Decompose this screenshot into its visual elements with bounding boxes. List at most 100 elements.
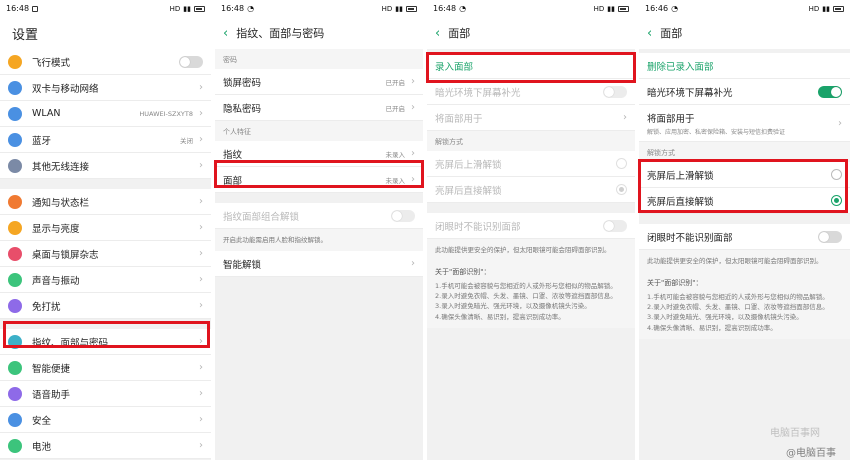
settings-item[interactable]: 通知与状态栏 › xyxy=(0,189,211,215)
about-face-recognition: 关于"面部识别"： 1.手机可能会被容貌与您相近的人或外形与您相似的物品解锁。 … xyxy=(639,272,850,340)
chevron-right-icon: › xyxy=(199,362,203,373)
settings-item[interactable]: 蓝牙 关闭 › xyxy=(0,127,211,153)
settings-item[interactable]: 语音助手 › xyxy=(0,381,211,407)
settings-item[interactable]: 免打扰 › xyxy=(0,293,211,319)
row-label: 指纹面部组合解锁 xyxy=(223,211,300,223)
privacy-password-row[interactable]: 隐私密码 已开启 › xyxy=(215,95,423,121)
settings-item-label: 智能便捷 xyxy=(32,363,71,375)
settings-item[interactable]: 指纹、面部与密码 › xyxy=(0,329,211,355)
about-line: 1.手机可能会被容貌与您相近的人或外形与您相似的物品解锁。 xyxy=(647,292,829,301)
lock-password-row[interactable]: 锁屏密码 已开启 › xyxy=(215,69,423,95)
smart-unlock-row[interactable]: 智能解锁 › xyxy=(215,251,423,278)
settings-item-label: 蓝牙 xyxy=(32,135,52,147)
closed-eyes-note: 此功能提供更安全的保护，但太阳眼镜可能会阻碍面部识别。 xyxy=(639,250,850,273)
fingerprint-row[interactable]: 指纹 未录入 › xyxy=(215,141,423,167)
delete-face-row[interactable]: 删除已录入面部 xyxy=(639,53,850,79)
back-arrow-icon[interactable]: ‹ xyxy=(435,26,440,41)
direct-unlock-row: 亮屏后直接解锁 xyxy=(427,177,635,203)
back-arrow-icon[interactable]: ‹ xyxy=(223,26,228,41)
combo-unlock-toggle[interactable] xyxy=(391,209,415,222)
status-bar: 16:48 HD ▮▮ xyxy=(0,0,211,17)
section-personal: 个人特征 xyxy=(215,121,423,141)
row-value: 未录入 xyxy=(385,150,406,159)
status-time: 16:48 xyxy=(221,4,245,13)
wifi-status-icon: ◔ xyxy=(671,4,679,13)
airplane-mode-toggle[interactable] xyxy=(179,55,203,68)
closed-eyes-toggle[interactable] xyxy=(818,230,842,243)
enroll-face-row[interactable]: 录入面部 xyxy=(427,53,635,79)
closed-eyes-row: 闭眼时不能识别面部 xyxy=(427,213,635,239)
settings-item[interactable]: 声音与振动 › xyxy=(0,267,211,293)
wifi-status-icon: ◔ xyxy=(247,4,255,13)
direct-unlock-radio[interactable] xyxy=(831,195,842,206)
chevron-right-icon: › xyxy=(199,388,203,399)
face-screen-before: 16:48 ◔ HD ▮▮ ‹ 面部 录入面部 暗光环境下屏幕补光 将面部用于 › … xyxy=(427,0,635,460)
hd-label: HD xyxy=(593,4,605,13)
swipe-unlock-radio[interactable] xyxy=(616,158,627,169)
settings-item-label: 指纹、面部与密码 xyxy=(32,337,109,349)
row-label: 删除已录入面部 xyxy=(647,61,714,73)
system-group: 指纹、面部与密码 › 智能便捷 › 语音助手 › 安全 › 电池 › xyxy=(0,329,211,459)
settings-item-label: 安全 xyxy=(32,415,52,427)
more-icon xyxy=(8,158,22,173)
swipe-unlock-row: 亮屏后上滑解锁 xyxy=(427,151,635,177)
settings-item-value: HUAWEI-SZXYT8 xyxy=(139,109,193,118)
bluetooth-icon xyxy=(8,132,22,147)
row-label: 面部 xyxy=(223,175,243,187)
settings-item-value: 关闭 xyxy=(180,136,193,145)
combo-unlock-note: 开启此功能需启用人脸和指纹解锁。 xyxy=(215,229,423,252)
desktop-icon xyxy=(8,246,22,261)
settings-item-label: 电池 xyxy=(32,441,52,453)
settings-item[interactable]: 飞行模式 xyxy=(0,49,211,75)
settings-item-label: 声音与振动 xyxy=(32,275,80,287)
settings-item-label: 免打扰 xyxy=(32,301,61,313)
direct-unlock-radio[interactable] xyxy=(616,184,627,195)
face-row[interactable]: 面部 未录入 › xyxy=(215,167,423,193)
plane-icon xyxy=(8,54,22,69)
settings-item-label: WLAN xyxy=(32,108,61,119)
use-face-for-row[interactable]: 将面部用于 解锁、应用加密、私密保险箱、安装与短信扣费验证 › xyxy=(639,105,850,142)
settings-item-label: 通知与状态栏 xyxy=(32,197,90,209)
settings-item[interactable]: 安全 › xyxy=(0,407,211,433)
settings-item[interactable]: 双卡与移动网络 › xyxy=(0,75,211,101)
settings-item[interactable]: 智能便捷 › xyxy=(0,355,211,381)
row-label: 亮屏后上滑解锁 xyxy=(435,159,502,171)
battery-status-icon xyxy=(194,5,205,12)
chevron-right-icon: › xyxy=(623,112,627,123)
closed-eyes-toggle[interactable] xyxy=(603,219,627,232)
chevron-right-icon: › xyxy=(411,174,415,185)
row-label: 锁屏密码 xyxy=(223,77,262,89)
row-label: 闭眼时不能识别面部 xyxy=(647,232,733,244)
dim-light-toggle[interactable] xyxy=(818,85,842,98)
back-arrow-icon[interactable]: ‹ xyxy=(647,26,652,41)
chevron-right-icon: › xyxy=(199,222,203,233)
status-time: 16:46 xyxy=(645,4,669,13)
status-bar: 16:48 ◔ HD ▮▮ xyxy=(427,0,635,17)
settings-item[interactable]: WLAN HUAWEI-SZXYT8 › xyxy=(0,101,211,127)
note-text: 此功能提供更安全的保护，但太阳眼镜可能会阻碍面部识别。 xyxy=(435,246,611,254)
battery-status-icon xyxy=(618,5,629,12)
battery-icon xyxy=(8,438,22,453)
settings-item-label: 语音助手 xyxy=(32,389,71,401)
chevron-right-icon: › xyxy=(199,160,203,171)
header: ‹ 面部 xyxy=(427,17,635,49)
row-label: 亮屏后直接解锁 xyxy=(435,185,502,197)
about-line: 3.录入时避免暗光、强光环境，以及摄像机镜头污染。 xyxy=(435,302,591,311)
row-label: 闭眼时不能识别面部 xyxy=(435,221,521,233)
settings-item[interactable]: 其他无线连接 › xyxy=(0,153,211,179)
settings-item[interactable]: 电池 › xyxy=(0,433,211,459)
hd-label: HD xyxy=(169,4,181,13)
face-screen-after: 16:46 ◔ HD ▮▮ ‹ 面部 删除已录入面部 暗光环境下屏幕补光 将面部用于… xyxy=(639,0,850,460)
status-time: 16:48 xyxy=(433,4,457,13)
settings-item[interactable]: 桌面与锁屏杂志 › xyxy=(0,241,211,267)
closed-eyes-row[interactable]: 闭眼时不能识别面部 xyxy=(639,224,850,250)
swipe-unlock-radio[interactable] xyxy=(831,169,842,180)
dim-light-toggle[interactable] xyxy=(603,85,627,98)
swipe-unlock-row[interactable]: 亮屏后上滑解锁 xyxy=(639,162,850,188)
chevron-right-icon: › xyxy=(411,102,415,113)
direct-unlock-row[interactable]: 亮屏后直接解锁 xyxy=(639,188,850,214)
chevron-right-icon: › xyxy=(199,196,203,207)
settings-item[interactable]: 显示与亮度 › xyxy=(0,215,211,241)
row-label: 暗光环境下屏幕补光 xyxy=(435,87,521,99)
dim-light-row[interactable]: 暗光环境下屏幕补光 xyxy=(639,79,850,105)
